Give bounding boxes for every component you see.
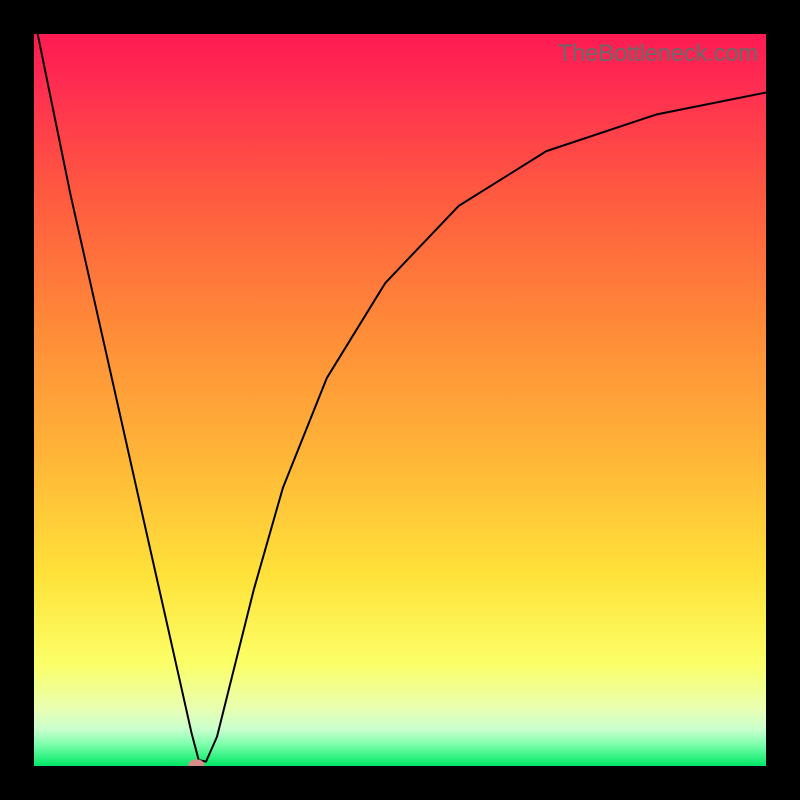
attribution-label: TheBottleneck.com [558, 40, 758, 68]
plot-area: TheBottleneck.com [34, 34, 766, 766]
gradient-background [34, 34, 766, 766]
chart-svg [34, 34, 766, 766]
chart-frame: TheBottleneck.com [0, 0, 800, 800]
